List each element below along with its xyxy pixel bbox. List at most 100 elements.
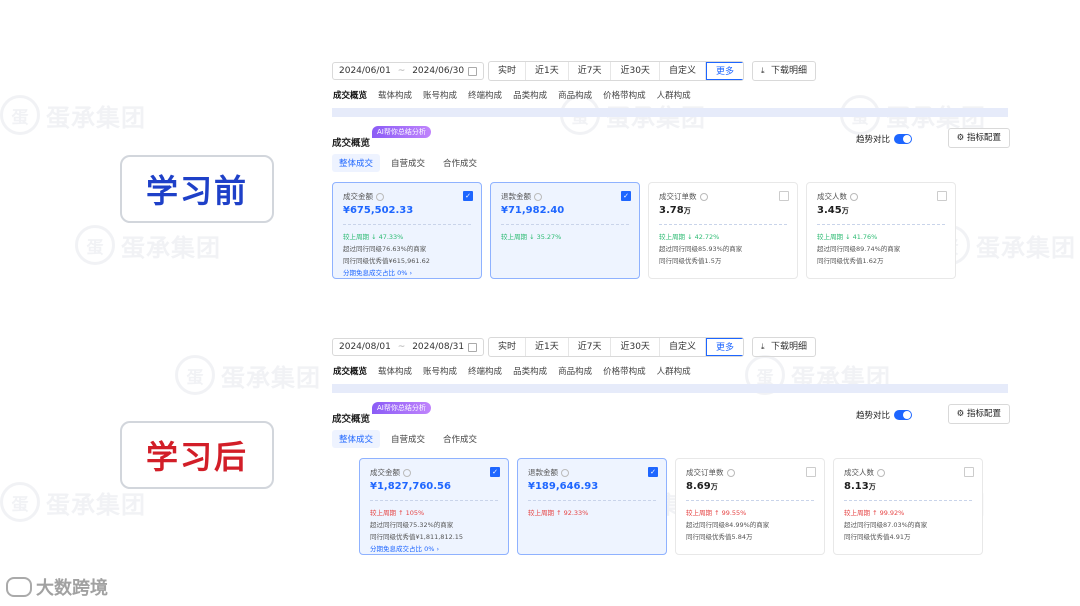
range-more-button[interactable]: 更多 (705, 62, 743, 80)
divider (686, 500, 814, 501)
calendar-icon (467, 66, 477, 76)
help-icon[interactable] (534, 193, 542, 201)
metric-config-button[interactable]: ⚙ 指标配置 (947, 404, 1010, 424)
date-range-picker[interactable]: 2024/08/01 ~ 2024/08/31 (332, 338, 484, 356)
download-button[interactable]: ⤓ 下载明细 (751, 61, 816, 81)
tab-price-band[interactable]: 价格带构成 (603, 365, 646, 377)
divider (817, 224, 945, 225)
tab-product[interactable]: 商品构成 (558, 89, 592, 101)
tab-category[interactable]: 品类构成 (513, 89, 547, 101)
metric-card-orders[interactable]: 成交订单数 8.69万 较上周期 ↑ 99.55% 超过同行同级84.99%的商… (675, 458, 825, 555)
metric-card-gmv[interactable]: 成交金额 ¥1,827,760.56 ✓ 较上周期 ↑ 105% 超过同行同级7… (359, 458, 509, 555)
range-1day-button[interactable]: 近1天 (526, 338, 569, 356)
subtab-partner[interactable]: 合作成交 (436, 430, 484, 448)
ai-summary-tag[interactable]: AI帮你总结分析 (372, 126, 431, 138)
range-realtime-button[interactable]: 实时 (489, 338, 527, 356)
metric-value: 8.69万 (686, 481, 718, 492)
tab-account[interactable]: 账号构成 (423, 365, 457, 377)
metric-config-button[interactable]: ⚙ 指标配置 (947, 128, 1010, 148)
metric-card-orders[interactable]: 成交订单数 3.78万 较上周期 ↓ 42.72% 超过同行同级85.93%的商… (648, 182, 798, 279)
date-range-picker[interactable]: 2024/06/01 ~ 2024/06/30 (332, 62, 484, 80)
divider (659, 224, 787, 225)
metric-benchmark: 同行同级优秀值1.62万 (817, 257, 884, 265)
metric-name: 成交订单数 (686, 468, 724, 477)
metric-card-buyers[interactable]: 成交人数 3.45万 较上周期 ↓ 41.76% 超过同行同级89.74%的商家… (806, 182, 956, 279)
help-icon[interactable] (850, 193, 858, 201)
checkbox-checked-icon[interactable]: ✓ (621, 191, 631, 201)
range-7day-button[interactable]: 近7天 (569, 338, 612, 356)
divider (343, 224, 471, 225)
tab-price-band[interactable]: 价格带构成 (603, 89, 646, 101)
range-7day-button[interactable]: 近7天 (569, 62, 612, 80)
tab-audience[interactable]: 人群构成 (657, 365, 691, 377)
help-icon[interactable] (877, 469, 885, 477)
help-icon[interactable] (726, 469, 735, 477)
checkbox-checked-icon[interactable]: ✓ (490, 467, 500, 477)
installment-link[interactable]: 分期免息成交占比 0% › (343, 267, 471, 277)
metric-value: 3.45万 (817, 205, 849, 216)
checkbox-icon[interactable] (964, 467, 974, 477)
toolbar: 2024/08/01 ~ 2024/08/31 实时 近1天 近7天 近30天 … (332, 337, 1012, 357)
tab-terminal[interactable]: 终端构成 (468, 365, 502, 377)
range-more-button[interactable]: 更多 (705, 338, 743, 356)
trend-toggle[interactable] (894, 410, 912, 420)
range-custom-button[interactable]: 自定义 (660, 338, 706, 356)
metric-rank: 超过同行同级75.32%的商家 (370, 521, 454, 529)
checkbox-checked-icon[interactable]: ✓ (648, 467, 658, 477)
help-icon[interactable] (699, 193, 708, 201)
metric-card-refund[interactable]: 退款金额 ¥189,646.93 ✓ 较上周期 ↑ 92.33% (517, 458, 667, 555)
tab-product[interactable]: 商品构成 (558, 365, 592, 377)
subtab-self[interactable]: 自营成交 (384, 430, 432, 448)
metric-change: 较上周期 ↓ 47.33% (343, 233, 404, 241)
tab-terminal[interactable]: 终端构成 (468, 89, 502, 101)
tab-carrier[interactable]: 载体构成 (378, 89, 412, 101)
range-custom-button[interactable]: 自定义 (660, 62, 706, 80)
tab-account[interactable]: 账号构成 (423, 89, 457, 101)
tab-category[interactable]: 品类构成 (513, 365, 547, 377)
brand-name: 大数跨境 (36, 578, 108, 599)
label-after: 学习后 (120, 421, 274, 489)
checkbox-checked-icon[interactable]: ✓ (463, 191, 473, 201)
sub-tabs: 整体成交 自营成交 合作成交 (332, 430, 1012, 448)
tab-audience[interactable]: 人群构成 (657, 89, 691, 101)
installment-link[interactable]: 分期免息成交占比 0% › (370, 543, 498, 553)
metric-rank: 超过同行同级89.74%的商家 (817, 245, 901, 253)
range-buttons: 实时 近1天 近7天 近30天 自定义 更多 (488, 61, 744, 81)
ai-summary-tag[interactable]: AI帮你总结分析 (372, 402, 431, 414)
subtab-overall[interactable]: 整体成交 (332, 430, 381, 448)
checkbox-icon[interactable] (937, 191, 947, 201)
metric-benchmark: 同行同级优秀值4.91万 (844, 533, 911, 541)
help-icon[interactable] (403, 469, 411, 477)
metric-card-gmv[interactable]: 成交金额 ¥675,502.33 ✓ 较上周期 ↓ 47.33% 超过同行同级7… (332, 182, 482, 279)
range-30day-button[interactable]: 近30天 (611, 338, 660, 356)
subtab-overall[interactable]: 整体成交 (332, 154, 381, 172)
metric-cards: 成交金额 ¥1,827,760.56 ✓ 较上周期 ↑ 105% 超过同行同级7… (332, 458, 1012, 555)
tab-carrier[interactable]: 载体构成 (378, 365, 412, 377)
tab-overview[interactable]: 成交概览 (333, 89, 367, 101)
range-1day-button[interactable]: 近1天 (526, 62, 569, 80)
divider (501, 224, 629, 225)
help-icon[interactable] (376, 193, 384, 201)
metric-rank: 超过同行同级85.93%的商家 (659, 245, 743, 253)
metric-card-refund[interactable]: 退款金额 ¥71,982.40 ✓ 较上周期 ↓ 35.27% (490, 182, 640, 279)
checkbox-icon[interactable] (806, 467, 816, 477)
metric-change: 较上周期 ↓ 42.72% (659, 233, 720, 241)
metric-card-buyers[interactable]: 成交人数 8.13万 较上周期 ↑ 99.92% 超过同行同级87.03%的商家… (833, 458, 983, 555)
tab-overview[interactable]: 成交概览 (333, 365, 367, 377)
range-30day-button[interactable]: 近30天 (611, 62, 660, 80)
brand-icon (6, 577, 32, 597)
trend-toggle[interactable] (894, 134, 912, 144)
section-title: 成交概览 (332, 414, 371, 425)
seal-icon: 蛋 (75, 225, 115, 265)
checkbox-icon[interactable] (779, 191, 789, 201)
subtab-partner[interactable]: 合作成交 (436, 154, 484, 172)
date-separator: ~ (397, 342, 406, 352)
download-button[interactable]: ⤓ 下载明细 (751, 337, 816, 357)
range-realtime-button[interactable]: 实时 (489, 62, 527, 80)
metric-change: 较上周期 ↑ 99.92% (844, 509, 905, 517)
subtab-self[interactable]: 自营成交 (384, 154, 432, 172)
metric-name: 退款金额 (501, 192, 531, 201)
watermark: 蛋蛋承集团 (0, 482, 146, 522)
divider-bar (332, 384, 1008, 393)
help-icon[interactable] (561, 469, 569, 477)
